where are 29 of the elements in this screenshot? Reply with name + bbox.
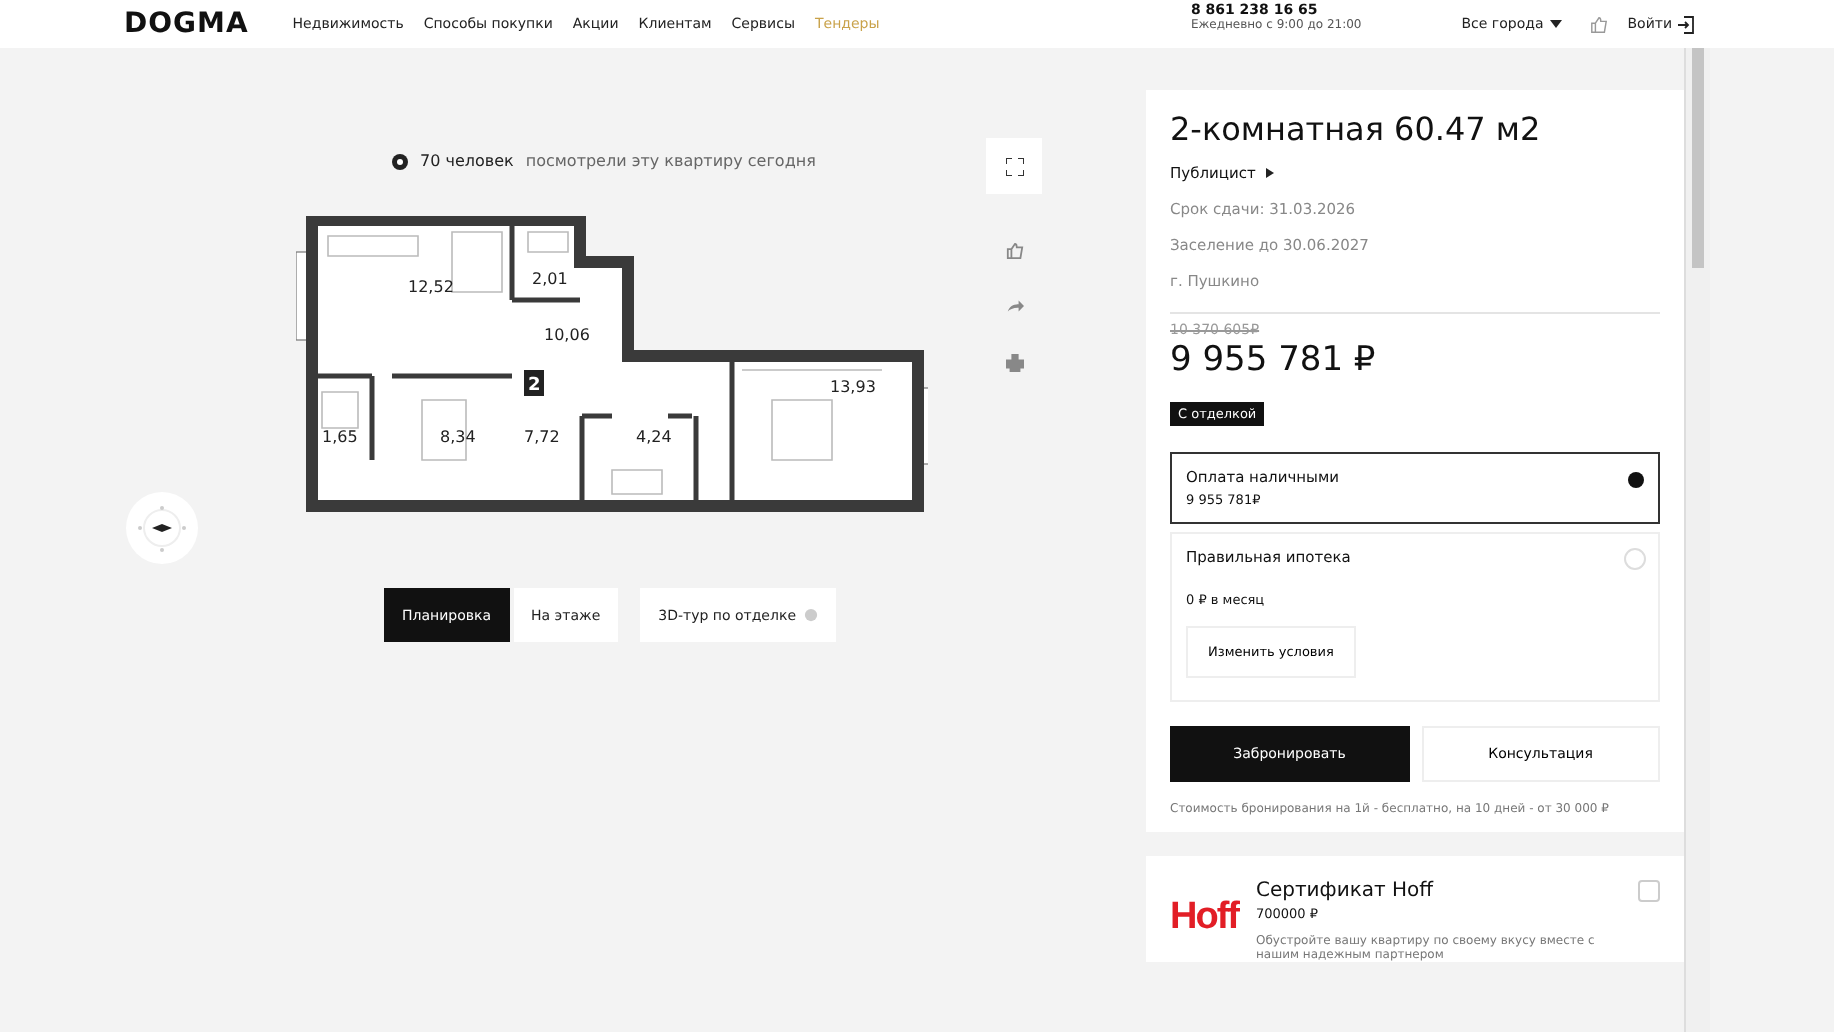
share-icon[interactable]	[1005, 298, 1023, 314]
scrollbar-thumb[interactable]	[1692, 48, 1704, 268]
checkbox[interactable]	[1638, 880, 1660, 902]
gift-title: Сертификат Hoff	[1255, 880, 1436, 902]
rooms-badge: 2	[524, 370, 544, 396]
brand-logo: Hoff	[1170, 896, 1238, 940]
room-area: 7,72	[524, 428, 560, 446]
compass-icon[interactable]	[126, 492, 198, 564]
room-area: 2,01	[532, 270, 568, 288]
room-area: 1,65	[322, 428, 358, 446]
room-area: 10,06	[544, 326, 590, 344]
price: 9 955 781 ₽	[1170, 340, 1378, 380]
caret-icon	[1265, 168, 1274, 178]
room-area: 12,52	[408, 278, 454, 296]
logo[interactable]: DOGMA	[124, 8, 249, 40]
thumbs-up-icon[interactable]	[1589, 15, 1608, 33]
viewer-count: 70 человек	[420, 152, 514, 170]
login-icon	[1678, 15, 1694, 33]
room-area: 13,93	[830, 378, 876, 396]
viewer-text: посмотрели эту квартиру сегодня	[525, 152, 816, 170]
room-area: 4,24	[636, 428, 672, 446]
eye-icon	[392, 153, 408, 169]
room-area: 8,34	[440, 428, 476, 446]
caret-icon	[1549, 20, 1562, 28]
fullscreen-icon	[1005, 157, 1023, 175]
apartment-title: 2-комнатная 60.47 м2	[1170, 110, 1543, 148]
radio-button[interactable]	[1624, 468, 1646, 490]
radio-button[interactable]	[1624, 548, 1646, 570]
thumbs-up-icon[interactable]	[1005, 242, 1023, 260]
